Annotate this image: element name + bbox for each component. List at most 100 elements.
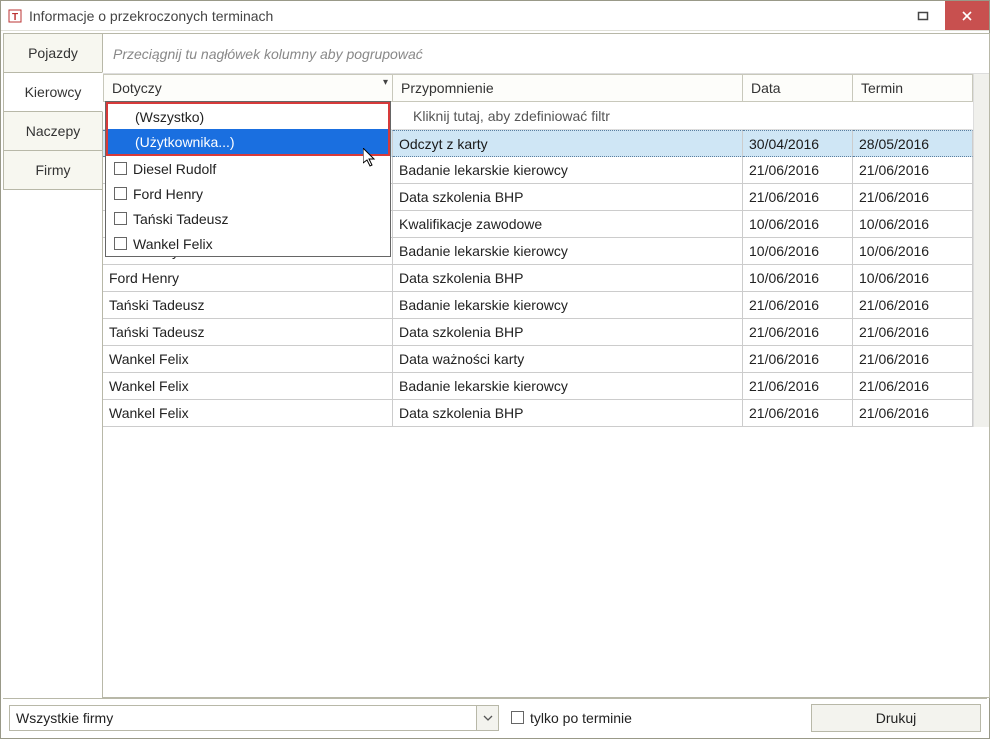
table-row[interactable]: Wankel FelixData szkolenia BHP21/06/2016… [103, 400, 973, 427]
grid-area: Przeciągnij tu nagłówek kolumny aby pogr… [102, 33, 990, 698]
column-header-label: Dotyczy [112, 80, 162, 96]
filter-item-label: Tański Tadeusz [133, 211, 228, 227]
cell: 21/06/2016 [853, 184, 973, 211]
cell: 21/06/2016 [853, 400, 973, 427]
filter-item-label: (Wszystko) [135, 109, 204, 125]
main-row: Pojazdy Kierowcy Naczepy Firmy Przeciągn… [3, 33, 987, 698]
cell: 10/06/2016 [853, 265, 973, 292]
filter-item-label: Diesel Rudolf [133, 161, 216, 177]
cell: 21/06/2016 [853, 292, 973, 319]
checkbox[interactable] [511, 711, 524, 724]
filter-hint[interactable]: Kliknij tutaj, aby zdefiniować filtr [393, 102, 973, 130]
checkbox[interactable] [114, 237, 127, 250]
tab-pojazdy[interactable]: Pojazdy [3, 33, 103, 73]
table-row[interactable]: Wankel FelixData ważności karty21/06/201… [103, 346, 973, 373]
table-row[interactable]: Wankel FelixBadanie lekarskie kierowcy21… [103, 373, 973, 400]
filter-item-all[interactable]: (Wszystko) [108, 104, 388, 129]
tab-firmy[interactable]: Firmy [3, 150, 103, 190]
filter-item[interactable]: Ford Henry [106, 181, 390, 206]
cell: Odczyt z karty [393, 130, 743, 157]
only-overdue-checkbox[interactable]: tylko po terminie [511, 710, 632, 726]
cell: 10/06/2016 [853, 238, 973, 265]
filter-item-label: Ford Henry [133, 186, 203, 202]
cell: Wankel Felix [103, 346, 393, 373]
column-header-label: Termin [861, 80, 903, 96]
column-header-przypomnienie[interactable]: Przypomnienie [393, 74, 743, 102]
cell: 10/06/2016 [743, 238, 853, 265]
cell: Wankel Felix [103, 373, 393, 400]
cell: 21/06/2016 [743, 373, 853, 400]
cell: 21/06/2016 [853, 319, 973, 346]
column-header-label: Data [751, 80, 781, 96]
cell: 21/06/2016 [743, 184, 853, 211]
app-icon: T [7, 8, 23, 24]
cell: 28/05/2016 [853, 130, 973, 157]
close-button[interactable] [945, 1, 989, 30]
chevron-down-icon[interactable] [476, 706, 498, 730]
company-combo[interactable]: Wszystkie firmy [9, 705, 499, 731]
cell: Wankel Felix [103, 400, 393, 427]
cell: 21/06/2016 [743, 157, 853, 184]
column-header-dotyczy[interactable]: Dotyczy ▾ [103, 74, 393, 102]
checkbox[interactable] [114, 212, 127, 225]
filter-item[interactable]: Tański Tadeusz [106, 206, 390, 231]
checkbox-label: tylko po terminie [530, 710, 632, 726]
filter-item[interactable]: Wankel Felix [106, 231, 390, 256]
filter-item-custom[interactable]: (Użytkownika...) [108, 129, 388, 154]
table-row[interactable]: Tański TadeuszBadanie lekarskie kierowcy… [103, 292, 973, 319]
tab-kierowcy[interactable]: Kierowcy [3, 72, 103, 112]
cell: 10/06/2016 [853, 211, 973, 238]
cell: Kwalifikacje zawodowe [393, 211, 743, 238]
content: Pojazdy Kierowcy Naczepy Firmy Przeciągn… [1, 31, 989, 738]
filter-item-label: (Użytkownika...) [135, 134, 235, 150]
titlebar: T Informacje o przekroczonych terminach [1, 1, 989, 31]
filter-dropdown[interactable]: (Wszystko) (Użytkownika...) Diesel Rudol… [105, 101, 391, 257]
cell: Data szkolenia BHP [393, 319, 743, 346]
cell: 10/06/2016 [743, 265, 853, 292]
vertical-tabs: Pojazdy Kierowcy Naczepy Firmy [3, 33, 103, 698]
group-by-bar[interactable]: Przeciągnij tu nagłówek kolumny aby pogr… [103, 34, 989, 74]
cell: Ford Henry [103, 265, 393, 292]
tab-naczepy[interactable]: Naczepy [3, 111, 103, 151]
filter-item[interactable]: Diesel Rudolf [106, 156, 390, 181]
cell: Data szkolenia BHP [393, 400, 743, 427]
window-controls [901, 1, 989, 30]
cell: 21/06/2016 [853, 373, 973, 400]
cell: Tański Tadeusz [103, 292, 393, 319]
checkbox[interactable] [114, 162, 127, 175]
table-row[interactable]: Tański TadeuszData szkolenia BHP21/06/20… [103, 319, 973, 346]
cell: Badanie lekarskie kierowcy [393, 238, 743, 265]
table-row[interactable]: Ford HenryData szkolenia BHP10/06/201610… [103, 265, 973, 292]
column-header-termin[interactable]: Termin [853, 74, 973, 102]
vertical-scrollbar[interactable] [973, 74, 989, 427]
cell: Data szkolenia BHP [393, 265, 743, 292]
cell: 21/06/2016 [743, 400, 853, 427]
cell: 21/06/2016 [743, 319, 853, 346]
column-header-data[interactable]: Data [743, 74, 853, 102]
company-combo-value: Wszystkie firmy [10, 710, 476, 726]
column-headers: Dotyczy ▾ Przypomnienie Data Termin [103, 74, 973, 102]
print-button[interactable]: Drukuj [811, 704, 981, 732]
checkbox[interactable] [114, 187, 127, 200]
filter-dropdown-special-group: (Wszystko) (Użytkownika...) [106, 102, 390, 156]
cell: 30/04/2016 [743, 130, 853, 157]
cell: Tański Tadeusz [103, 319, 393, 346]
window-title: Informacje o przekroczonych terminach [29, 8, 901, 24]
maximize-button[interactable] [901, 1, 945, 30]
cell: Badanie lekarskie kierowcy [393, 157, 743, 184]
svg-text:T: T [12, 12, 18, 23]
cell: Badanie lekarskie kierowcy [393, 292, 743, 319]
app-window: T Informacje o przekroczonych terminach … [0, 0, 990, 739]
cell: 21/06/2016 [853, 157, 973, 184]
cell: 21/06/2016 [743, 346, 853, 373]
filter-icon[interactable]: ▾ [383, 77, 388, 88]
column-header-label: Przypomnienie [401, 80, 494, 96]
print-button-label: Drukuj [876, 710, 916, 726]
footer: Wszystkie firmy tylko po terminie Drukuj [3, 698, 987, 736]
cell: Badanie lekarskie kierowcy [393, 373, 743, 400]
cell: Data szkolenia BHP [393, 184, 743, 211]
cell: 21/06/2016 [743, 292, 853, 319]
cell: Data ważności karty [393, 346, 743, 373]
filter-item-label: Wankel Felix [133, 236, 213, 252]
cell: 21/06/2016 [853, 346, 973, 373]
